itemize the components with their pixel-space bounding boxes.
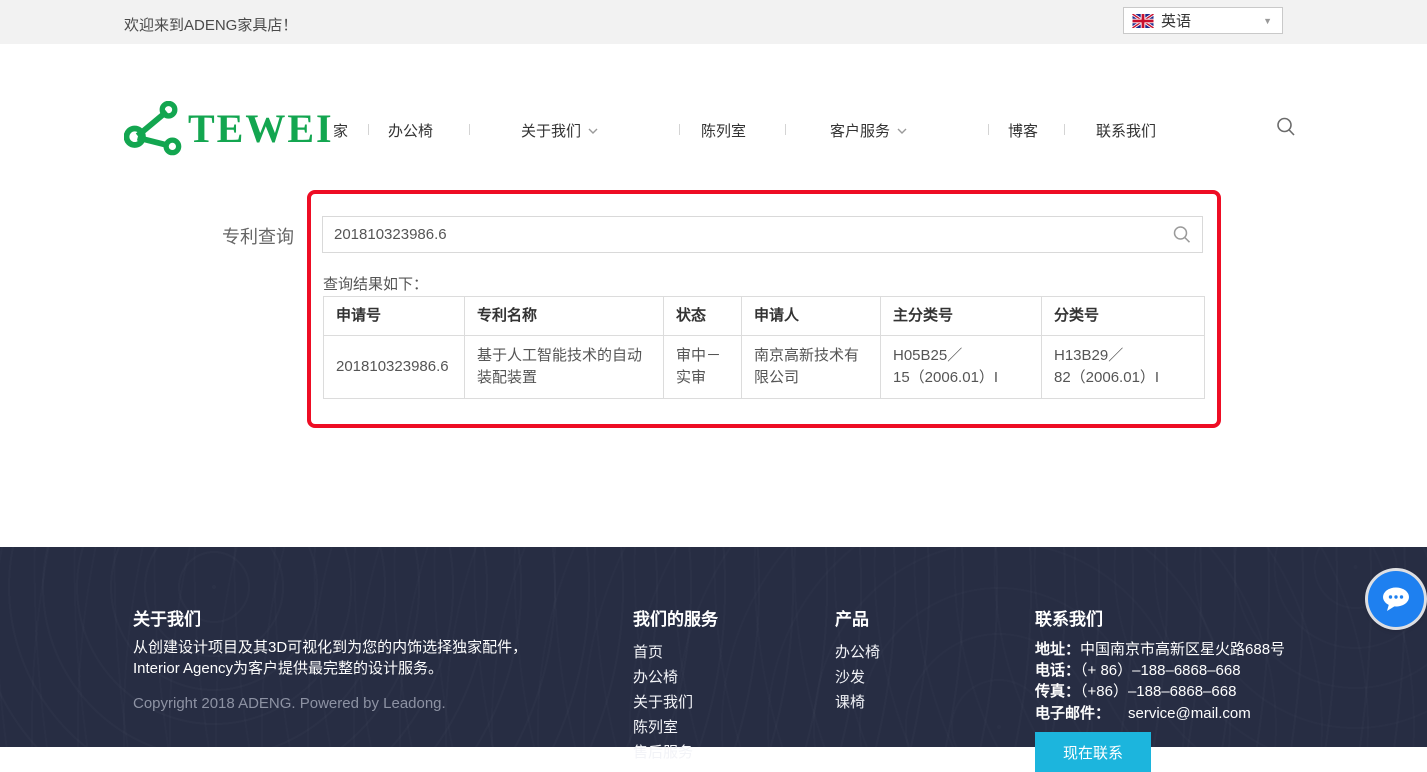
col-header-status: 状态	[664, 297, 742, 336]
footer-link-product-class-chair[interactable]: 课椅	[835, 691, 865, 712]
nav-separator	[469, 124, 470, 135]
language-label: 英语	[1161, 10, 1263, 31]
top-bar: 欢迎来到ADENG家具店！ 英语 ▼	[0, 0, 1427, 44]
col-header-main-class: 主分类号	[881, 297, 1042, 336]
nav-item-blog[interactable]: 博客	[1008, 120, 1038, 141]
cell-application-no: 201810323986.6	[324, 335, 465, 398]
footer-link-product-office-chair[interactable]: 办公椅	[835, 641, 880, 662]
footer-link-showroom[interactable]: 陈列室	[633, 716, 678, 737]
footer-link-office-chair[interactable]: 办公椅	[633, 666, 678, 687]
footer-copyright: Copyright 2018 ADENG. Powered by Leadong…	[133, 695, 446, 712]
cell-class: H13B29／ 82（2006.01）I	[1042, 335, 1205, 398]
nav-item-customer-service[interactable]: 客户服务	[830, 120, 907, 141]
nav-item-contact-us[interactable]: 联系我们	[1096, 120, 1156, 141]
nav-separator	[1064, 124, 1065, 135]
footer-link-about-us[interactable]: 关于我们	[633, 691, 693, 712]
col-header-applicant: 申请人	[742, 297, 881, 336]
contact-email: 电子邮件：service@mail.com	[1035, 702, 1251, 723]
col-header-patent-name: 专利名称	[465, 297, 664, 336]
results-label: 查询结果如下：	[323, 273, 428, 294]
patent-search-input[interactable]	[323, 217, 1202, 252]
welcome-message: 欢迎来到ADENG家具店！	[124, 14, 297, 35]
logo-text: TEWEI	[188, 109, 334, 149]
patent-search-box	[322, 216, 1203, 253]
site-logo[interactable]: TEWEI	[124, 101, 334, 157]
chevron-down-icon	[588, 128, 598, 134]
contact-address: 地址：中国南京市高新区星火路688号	[1035, 638, 1285, 659]
footer-about-heading: 关于我们	[133, 605, 201, 630]
language-dropdown-arrow-icon: ▼	[1263, 16, 1272, 26]
contact-phone: 电话：（+ 86）–188–6868–668	[1035, 659, 1241, 680]
footer-products-heading: 产品	[835, 605, 869, 630]
nav-separator	[368, 124, 369, 135]
search-icon[interactable]	[1172, 225, 1192, 245]
cell-patent-name: 基于人工智能技术的自动装配装置	[465, 335, 664, 398]
cell-main-class: H05B25／ 15（2006.01）I	[881, 335, 1042, 398]
patent-results-table: 申请号 专利名称 状态 申请人 主分类号 分类号 201810323986.6 …	[323, 296, 1205, 399]
nav-item-office-chair[interactable]: 办公椅	[388, 120, 433, 141]
live-chat-button[interactable]	[1368, 571, 1424, 627]
chevron-down-icon	[897, 128, 907, 134]
chat-bubble-icon	[1380, 585, 1412, 613]
nav-item-showroom[interactable]: 陈列室	[701, 120, 746, 141]
col-header-class: 分类号	[1042, 297, 1205, 336]
nav-separator	[988, 124, 989, 135]
cell-status: 审中－实审	[664, 335, 742, 398]
nav-separator	[679, 124, 680, 135]
patent-query-label: 专利查询	[222, 223, 294, 249]
cell-applicant: 南京高新技术有限公司	[742, 335, 881, 398]
site-header: TEWEI 家 办公椅 关于我们 陈列室 客户服务 博客 联系我们	[0, 44, 1427, 129]
nav-separator	[785, 124, 786, 135]
footer-link-product-sofa[interactable]: 沙发	[835, 666, 865, 687]
language-selector[interactable]: 英语 ▼	[1123, 7, 1283, 34]
footer-services-heading: 我们的服务	[633, 605, 718, 630]
footer-contact-heading: 联系我们	[1035, 605, 1103, 630]
col-header-application-no: 申请号	[324, 297, 465, 336]
contact-fax: 传真：（+86）–188–6868–668	[1035, 680, 1236, 701]
footer-link-home[interactable]: 首页	[633, 641, 663, 662]
contact-now-button[interactable]: 现在联系	[1035, 732, 1151, 772]
logo-molecule-icon	[124, 101, 186, 157]
table-header-row: 申请号 专利名称 状态 申请人 主分类号 分类号	[324, 297, 1205, 336]
header-search-icon[interactable]	[1275, 116, 1297, 138]
nav-item-about-us[interactable]: 关于我们	[521, 120, 598, 141]
uk-flag-icon	[1132, 14, 1154, 28]
footer-link-after-sales[interactable]: 售后服务	[633, 741, 693, 762]
table-row: 201810323986.6 基于人工智能技术的自动装配装置 审中－实审 南京高…	[324, 335, 1205, 398]
patent-query-panel: 查询结果如下： 申请号 专利名称 状态 申请人 主分类号 分类号 2018103…	[307, 190, 1221, 428]
nav-item-home[interactable]: 家	[333, 120, 348, 141]
footer-about-description: 从创建设计项目及其3D可视化到为您的内饰选择独家配件，Interior Agen…	[133, 637, 558, 680]
